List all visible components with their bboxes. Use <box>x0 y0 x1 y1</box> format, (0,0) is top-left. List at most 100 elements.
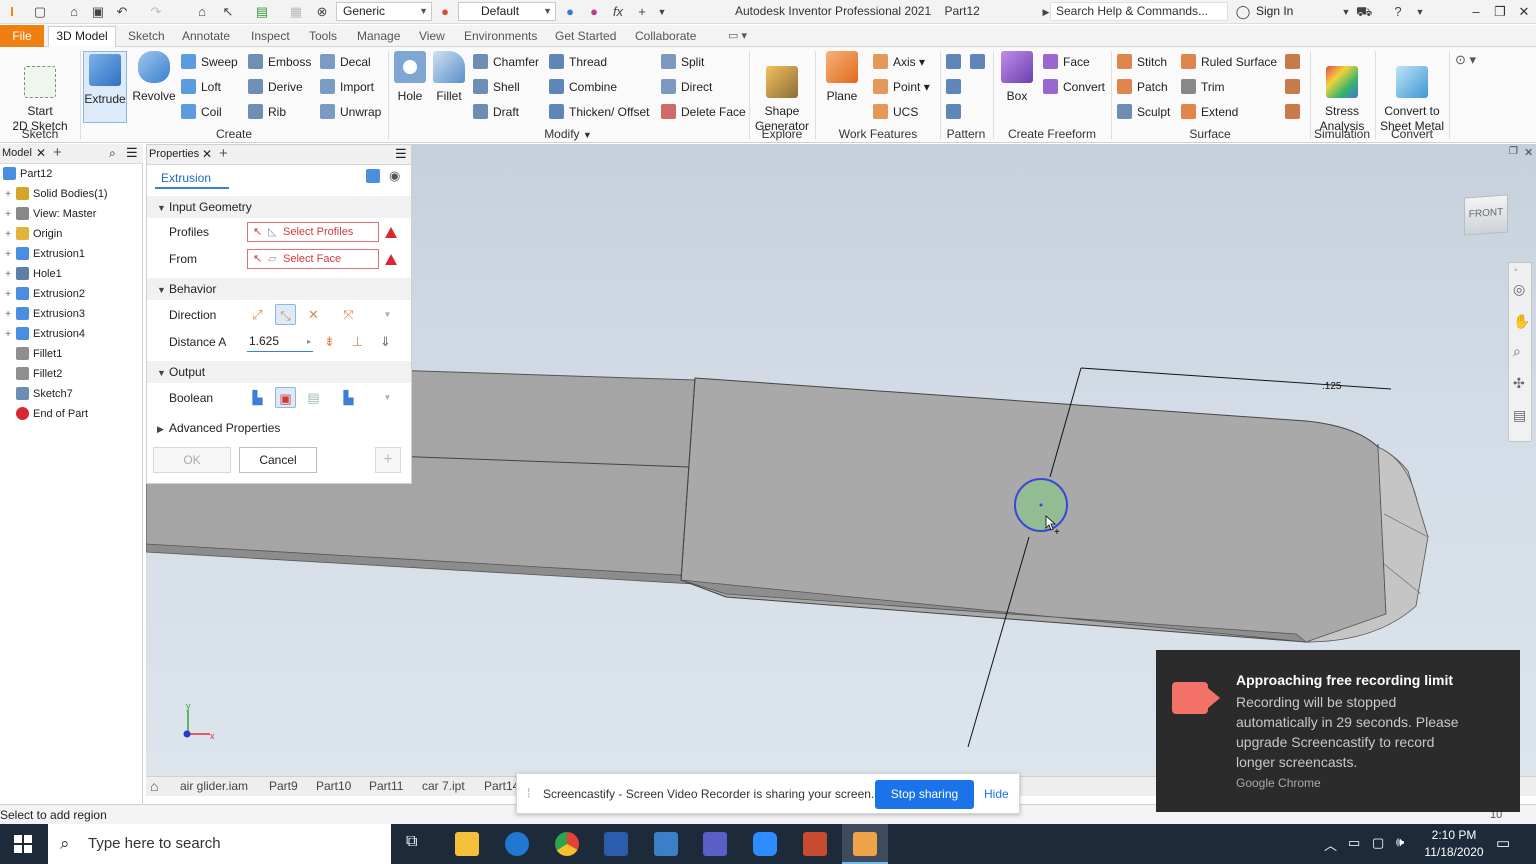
orbit-icon[interactable]: ✣ <box>1513 375 1525 392</box>
add-tab-icon[interactable]: + <box>53 144 62 161</box>
expand-icon[interactable]: + <box>3 225 13 245</box>
home-icon[interactable]: ⌂ <box>150 778 158 794</box>
cart-icon[interactable]: ⛟ <box>1356 4 1372 20</box>
appearance-icon[interactable]: ● <box>437 4 453 20</box>
surface-extra-1-button[interactable] <box>1285 53 1305 71</box>
expand-icon[interactable]: + <box>3 305 13 325</box>
tree-item[interactable]: + Extrusion1 <box>0 244 85 264</box>
user-icon[interactable]: ◯ <box>1235 4 1251 20</box>
tab-manage[interactable]: Manage <box>357 28 400 46</box>
circle-center-point[interactable] <box>1039 503 1043 507</box>
ok-button[interactable]: OK <box>153 447 231 473</box>
adjust-appearance-icon[interactable]: ● <box>586 4 602 20</box>
steering-wheel-icon[interactable]: ◎ <box>1513 281 1525 298</box>
tree-item[interactable]: + Extrusion2 <box>0 284 85 304</box>
distance-between-button[interactable]: ⇓ <box>375 331 396 352</box>
zoom-icon[interactable]: ⌕ <box>1513 343 1521 360</box>
recording-limit-notification[interactable]: Approaching free recording limit Recordi… <box>1156 650 1520 812</box>
tab-environments[interactable]: Environments <box>464 28 537 46</box>
word-icon[interactable] <box>604 832 628 856</box>
tab-3d-model[interactable]: 3D Model <box>48 26 116 47</box>
shell-button[interactable]: Shell <box>473 78 520 96</box>
coil-button[interactable]: Coil <box>181 103 222 121</box>
search-icon[interactable]: ⌕ <box>109 146 116 161</box>
direction-default-button[interactable]: ⤢ <box>247 304 268 325</box>
expand-icon[interactable]: + <box>3 265 13 285</box>
menu-icon[interactable]: ☰ <box>395 146 407 162</box>
ucs-button[interactable]: UCS <box>873 103 918 121</box>
mirror-button[interactable] <box>970 53 990 71</box>
close-view-icon[interactable]: ✕ <box>1524 146 1533 159</box>
sweep-button[interactable]: Sweep <box>181 53 238 71</box>
add-icon[interactable]: + <box>634 4 650 20</box>
boolean-join-button[interactable]: ▙ <box>247 387 268 408</box>
trim-button[interactable]: Trim <box>1181 78 1225 96</box>
tab-collaborate[interactable]: Collaborate <box>635 28 696 46</box>
tab-inspect[interactable]: Inspect <box>251 28 290 46</box>
face-button[interactable]: Face <box>1043 53 1090 71</box>
ribbon-options-icon[interactable]: ⊙ ▾ <box>1455 51 1476 69</box>
taskbar-search-input[interactable]: ⌕ Type here to search <box>48 824 391 864</box>
tree-item[interactable]: Fillet2 <box>0 364 62 384</box>
close-button[interactable]: ✕ <box>1512 2 1536 22</box>
patch-button[interactable]: Patch <box>1117 78 1168 96</box>
windows-start-icon[interactable] <box>14 835 32 853</box>
loft-button[interactable]: Loft <box>181 78 221 96</box>
section-advanced-properties[interactable]: ▶ Advanced Properties <box>147 417 411 439</box>
photos-icon[interactable] <box>654 832 678 856</box>
section-output[interactable]: ▼ Output <box>147 361 411 383</box>
new-file-icon[interactable]: ▢ <box>32 4 48 20</box>
draft-button[interactable]: Draft <box>473 103 519 121</box>
drag-handle-icon[interactable]: ⁞ <box>527 786 530 800</box>
boolean-intersect-button[interactable]: ▤ <box>303 387 324 408</box>
add-tab-icon[interactable]: + <box>219 145 228 162</box>
direction-asymmetric-button[interactable]: ⤧ <box>338 304 359 325</box>
tree-item[interactable]: + Origin <box>0 224 62 244</box>
new-solid-button[interactable]: ▙ <box>338 387 359 408</box>
tab-tools[interactable]: Tools <box>309 28 337 46</box>
tab-properties[interactable]: Properties <box>149 148 199 160</box>
box-button[interactable]: Box <box>999 51 1035 104</box>
stitch-button[interactable]: Stitch <box>1117 53 1167 71</box>
save-icon[interactable]: ▣ <box>90 4 106 20</box>
viewcube[interactable]: FRONT <box>1464 194 1508 236</box>
restore-button[interactable]: ❐ <box>1488 2 1512 22</box>
autodesk-icon[interactable] <box>803 832 827 856</box>
surface-extra-2-button[interactable] <box>1285 78 1305 96</box>
material-select[interactable]: Generic ▼ <box>336 2 432 21</box>
clear-appearance-icon[interactable]: ● <box>562 4 578 20</box>
chevron-down-icon[interactable]: ▼ <box>1338 4 1354 20</box>
volume-icon[interactable]: 🕪 <box>1396 834 1404 850</box>
revolve-button[interactable]: Revolve <box>131 51 177 104</box>
taskbar-clock[interactable]: 2:10 PM 11/18/2020 <box>1424 827 1484 861</box>
doc-tab[interactable]: Part11 <box>369 779 403 793</box>
sketch-pattern-button[interactable] <box>946 103 966 121</box>
expand-icon[interactable]: + <box>3 205 13 225</box>
chamfer-button[interactable]: Chamfer <box>473 53 539 71</box>
app-icon[interactable] <box>505 832 529 856</box>
battery-icon[interactable]: ▭ <box>1348 835 1360 851</box>
thread-button[interactable]: Thread <box>549 53 607 71</box>
extend-button[interactable]: Extend <box>1181 103 1238 121</box>
chevron-down-icon[interactable]: ▼ <box>377 387 398 408</box>
measure-icon[interactable]: ▦ <box>288 4 304 20</box>
circular-pattern-button[interactable] <box>946 78 966 96</box>
select-profiles-picker[interactable]: ↖ ◺ Select Profiles <box>247 222 379 242</box>
expand-icon[interactable]: + <box>3 285 13 305</box>
look-at-icon[interactable]: ▤ <box>1513 407 1526 424</box>
tree-item[interactable]: + Extrusion4 <box>0 324 85 344</box>
tab-annotate[interactable]: Annotate <box>182 28 230 46</box>
ruled-surface-button[interactable]: Ruled Surface <box>1181 53 1277 71</box>
doc-tab[interactable]: Part10 <box>316 779 351 793</box>
tab-view[interactable]: View <box>419 28 445 46</box>
select-face-picker[interactable]: ↖ ▱ Select Face <box>247 249 379 269</box>
expand-icon[interactable]: + <box>3 325 13 345</box>
network-icon[interactable]: ▢ <box>1372 835 1384 851</box>
tab-sketch[interactable]: Sketch <box>128 28 165 46</box>
close-icon[interactable]: ✕ <box>202 147 212 161</box>
minimize-button[interactable]: – <box>1464 2 1488 22</box>
undo-icon[interactable]: ↶ <box>114 4 130 20</box>
tab-model[interactable]: Model <box>2 147 32 159</box>
notifications-icon[interactable]: ▭ <box>1496 834 1510 852</box>
convert-button[interactable]: Convert <box>1043 78 1105 96</box>
